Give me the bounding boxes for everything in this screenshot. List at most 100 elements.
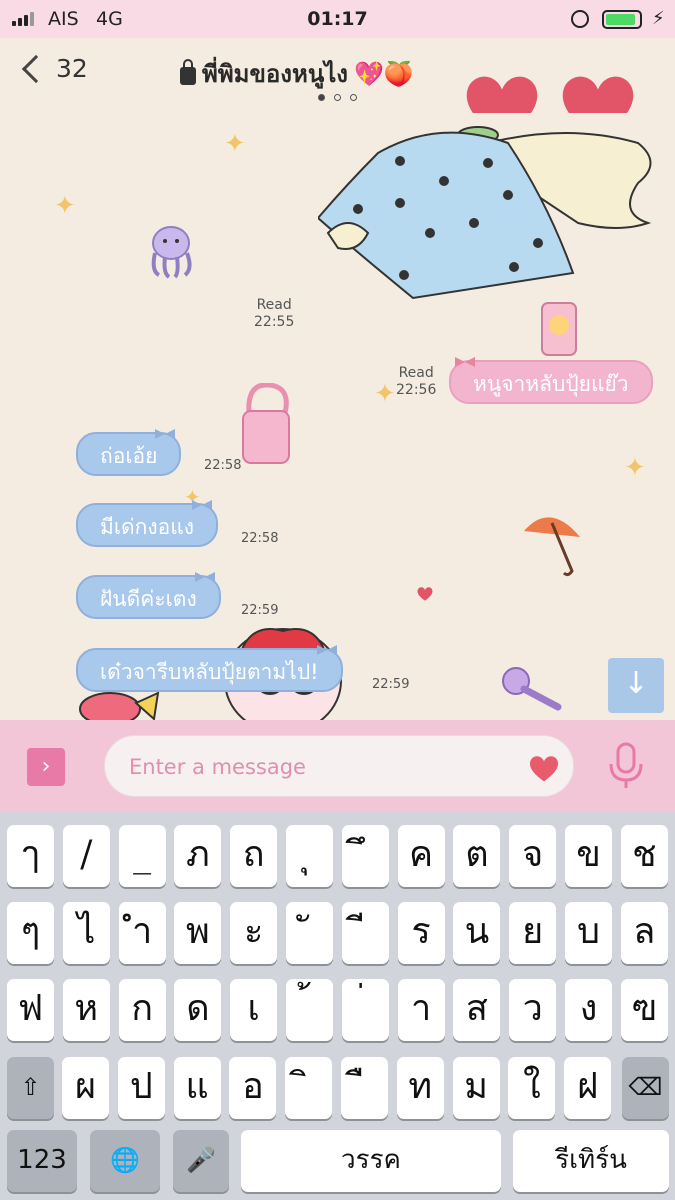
key-row2-10[interactable]: บ	[565, 902, 612, 964]
sparkle-icon: ✦	[224, 129, 246, 159]
key-row3-2[interactable]: ก	[118, 979, 166, 1041]
page-indicator	[318, 94, 357, 101]
bag-sticker-icon	[242, 383, 290, 464]
expand-button[interactable]: ›	[27, 748, 65, 786]
key-row2-7[interactable]: ร	[397, 902, 445, 964]
message-text: มีเด่กงอแง	[100, 515, 195, 539]
key-row4-7[interactable]: ม	[452, 1057, 500, 1119]
key-row3-4[interactable]: เ	[230, 979, 278, 1041]
globe-icon: 🌐	[110, 1146, 140, 1174]
key-row3-5[interactable]: ้	[286, 979, 333, 1041]
small-heart-icon	[417, 587, 433, 601]
key-row1-9[interactable]: จ	[509, 825, 557, 887]
umbrella-sticker-icon	[524, 517, 580, 577]
key-row3-1[interactable]: ห	[62, 979, 110, 1041]
key-row4-8[interactable]: ใ	[508, 1057, 556, 1119]
key-row3-6[interactable]: ่	[341, 979, 389, 1041]
key-row2-8[interactable]: น	[453, 902, 501, 964]
message-time: 22:56	[396, 382, 437, 398]
chevron-right-icon: ›	[41, 754, 51, 779]
scroll-to-bottom-button[interactable]: ↓	[608, 658, 664, 713]
key-row3-9[interactable]: ว	[509, 979, 557, 1041]
key-row1-8[interactable]: ต	[453, 825, 501, 887]
key-row2-9[interactable]: ย	[509, 902, 557, 964]
message-input-bar: ›	[0, 720, 675, 812]
message-input[interactable]	[129, 750, 509, 784]
microphone-sticker-icon	[502, 667, 562, 711]
microphone-icon[interactable]	[606, 742, 646, 790]
key-row1-6[interactable]: ึ	[341, 825, 389, 887]
key-row4-3[interactable]: อ	[229, 1057, 277, 1119]
message-text: เด๋วจารีบหลับปุ้ยตามไป!	[100, 660, 319, 684]
key-row2-5[interactable]: ั	[286, 902, 333, 964]
phone-sticker-icon	[541, 302, 577, 356]
key-row2-1[interactable]: ไ	[62, 902, 110, 964]
space-key[interactable]: วรรค	[241, 1130, 501, 1192]
title-emojis: 💖🍑	[354, 59, 414, 88]
read-label: Read	[256, 297, 292, 313]
key-row1-5[interactable]: ุ	[286, 825, 333, 887]
key-row2-11[interactable]: ล	[620, 902, 668, 964]
message-text: ถ่อเอ้ย	[100, 444, 158, 468]
key-row2-4[interactable]: ะ	[230, 902, 278, 964]
key-row2-3[interactable]: พ	[174, 902, 222, 964]
message-text: หนูจาหลับปุ้ยแย๊ว	[473, 372, 629, 396]
key-row3-3[interactable]: ด	[174, 979, 222, 1041]
chat-area[interactable]: ✦ ✦ ✦ ✦ ✦ Read 22:55 Read 22:56 หนูจาหลั…	[0, 113, 675, 720]
key-row2-0[interactable]: ๆ	[7, 902, 54, 964]
key-row4-6[interactable]: ท	[396, 1057, 444, 1119]
key-row2-2[interactable]: ำ	[118, 902, 166, 964]
key-row1-10[interactable]: ข	[565, 825, 612, 887]
chat-title[interactable]: พี่พิมของหนูไง 💖🍑	[180, 54, 414, 93]
key-row1-0[interactable]: ๅ	[7, 825, 54, 887]
received-message-bubble[interactable]: ถ่อเอ้ย	[76, 429, 182, 476]
key-row1-2[interactable]: _	[118, 825, 166, 887]
sent-message-bubble[interactable]: หนูจาหลับปุ้ยแย๊ว	[449, 357, 653, 404]
back-button[interactable]: 32	[16, 54, 88, 83]
key-row3-10[interactable]: ง	[565, 979, 612, 1041]
key-row1-1[interactable]: /	[62, 825, 110, 887]
key-row1-11[interactable]: ช	[620, 825, 668, 887]
message-time: 22:59	[372, 677, 410, 692]
message-time: 22:58	[241, 531, 279, 546]
page-dot	[318, 94, 325, 101]
key-row1-7[interactable]: ค	[397, 825, 445, 887]
key-row4-2[interactable]: แ	[173, 1057, 221, 1119]
bow-icon	[194, 572, 215, 582]
received-message-bubble[interactable]: มีเด่กงอแง	[76, 500, 219, 547]
sticker-heart-icon[interactable]	[527, 752, 561, 782]
key-row1-4[interactable]: ถ	[230, 825, 278, 887]
lock-icon	[180, 58, 196, 85]
chat-header: 32 พี่พิมของหนูไง 💖🍑	[0, 38, 675, 140]
message-time: 22:59	[241, 603, 279, 618]
battery-icon	[602, 10, 642, 29]
message-time: 22:58	[204, 458, 242, 473]
key-row4-4[interactable]: ิ	[285, 1057, 333, 1119]
received-message-bubble[interactable]: ฝันดีค่ะเตง	[76, 572, 221, 619]
key-row4-9[interactable]: ฝ	[564, 1057, 612, 1119]
sparkle-icon: ✦	[624, 453, 646, 483]
key-row3-11[interactable]: ฃ	[620, 979, 668, 1041]
bow-icon	[192, 500, 213, 510]
backspace-key[interactable]: ⌫	[622, 1057, 669, 1119]
key-row4-5[interactable]: ื	[341, 1057, 388, 1119]
key-row3-0[interactable]: ฟ	[7, 979, 54, 1041]
key-row3-8[interactable]: ส	[453, 979, 501, 1041]
key-row2-6[interactable]: ี	[341, 902, 389, 964]
dictation-key[interactable]: 🎤	[173, 1130, 229, 1192]
key-row4-0[interactable]: ผ	[62, 1057, 109, 1119]
numbers-key[interactable]: 123	[7, 1130, 77, 1192]
received-message-bubble[interactable]: เด๋วจารีบหลับปุ้ยตามไป!	[76, 645, 343, 692]
sparkle-icon: ✦	[374, 379, 396, 409]
key-row1-3[interactable]: ภ	[174, 825, 222, 887]
message-field[interactable]	[104, 735, 574, 797]
key-row3-7[interactable]: า	[397, 979, 445, 1041]
return-key[interactable]: รีเทิร์น	[513, 1130, 669, 1192]
key-row4-1[interactable]: ป	[117, 1057, 165, 1119]
shift-key[interactable]: ⇧	[7, 1057, 54, 1119]
unread-count: 32	[56, 54, 88, 83]
arrow-down-icon: ↓	[623, 666, 649, 701]
microphone-icon: 🎤	[186, 1146, 216, 1174]
sparkle-icon: ✦	[54, 191, 76, 221]
globe-key[interactable]: 🌐	[90, 1130, 160, 1192]
